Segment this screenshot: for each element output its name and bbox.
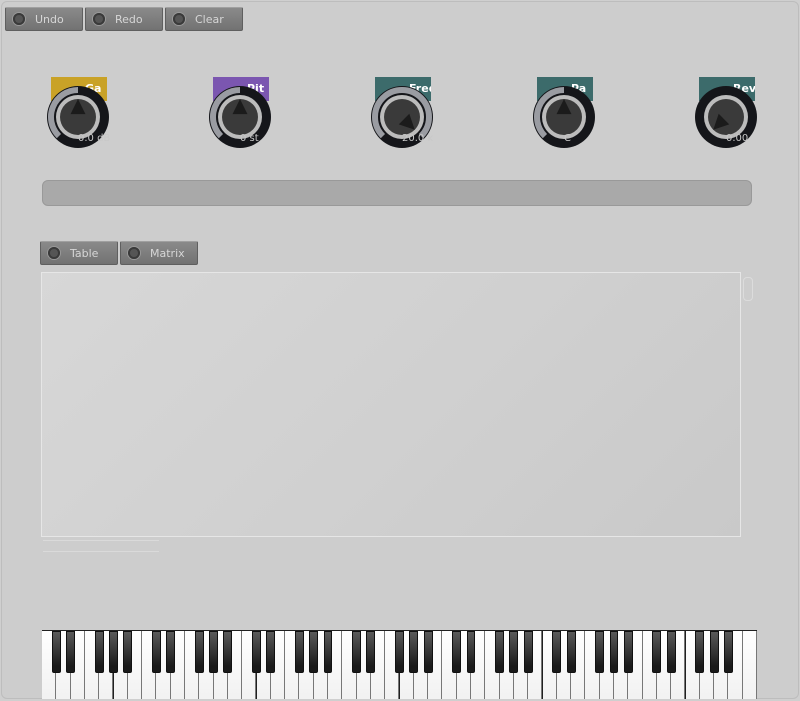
black-key[interactable] xyxy=(709,631,719,673)
undo-led-icon xyxy=(13,13,25,25)
black-key[interactable] xyxy=(109,631,118,673)
panel-footer-divider xyxy=(43,540,159,552)
black-key[interactable] xyxy=(309,631,319,673)
black-key[interactable] xyxy=(609,631,619,673)
black-key[interactable] xyxy=(452,631,462,673)
black-key[interactable] xyxy=(595,631,605,673)
black-key[interactable] xyxy=(423,631,433,673)
matrix-view-button[interactable]: Matrix xyxy=(120,241,198,265)
black-key[interactable] xyxy=(695,631,705,673)
knob-2[interactable]: Freq20.0 k xyxy=(362,75,442,155)
black-key[interactable] xyxy=(523,631,533,673)
table-label: Table xyxy=(70,247,99,260)
content-panel[interactable] xyxy=(41,272,741,537)
black-key[interactable] xyxy=(623,631,633,673)
black-key[interactable] xyxy=(323,631,333,673)
black-key[interactable] xyxy=(466,631,476,673)
black-key[interactable] xyxy=(495,631,505,673)
black-key[interactable] xyxy=(409,631,419,673)
black-key[interactable] xyxy=(566,631,576,673)
clear-label: Clear xyxy=(195,13,224,26)
knob-value-readout: 0 st xyxy=(240,133,259,144)
redo-label: Redo xyxy=(115,13,143,26)
matrix-led-icon xyxy=(128,247,140,259)
black-key[interactable] xyxy=(723,631,733,673)
knob-value-readout: 0.00 xyxy=(726,133,749,144)
black-key[interactable] xyxy=(366,631,376,673)
black-key[interactable] xyxy=(66,631,76,673)
black-key[interactable] xyxy=(51,631,61,673)
app-window: Undo Redo Clear Ga0.0 dB Pit0 st Freq20.0 … xyxy=(1,1,799,699)
black-key[interactable] xyxy=(94,631,104,673)
white-key[interactable] xyxy=(742,631,757,699)
progress-bar xyxy=(42,180,752,206)
table-view-button[interactable]: Table xyxy=(40,241,118,265)
black-key[interactable] xyxy=(166,631,176,673)
knob-value-readout: C xyxy=(564,133,571,144)
black-key[interactable] xyxy=(294,631,304,673)
black-key[interactable] xyxy=(666,631,676,673)
black-key[interactable] xyxy=(194,631,204,673)
piano-keyboard[interactable] xyxy=(42,630,757,699)
black-key[interactable] xyxy=(223,631,233,673)
clear-led-icon xyxy=(173,13,185,25)
knob-1[interactable]: Pit 0 st xyxy=(200,75,280,155)
matrix-label: Matrix xyxy=(150,247,185,260)
scrollbar-handle[interactable] xyxy=(743,277,753,301)
black-key[interactable] xyxy=(552,631,562,673)
knob-value-readout: 0.0 dB xyxy=(78,133,111,144)
table-led-icon xyxy=(48,247,60,259)
knob-0[interactable]: Ga 0.0 dB xyxy=(38,75,118,155)
black-key[interactable] xyxy=(151,631,161,673)
knob-3[interactable]: Pa C xyxy=(524,75,604,155)
black-key[interactable] xyxy=(252,631,261,673)
redo-led-icon xyxy=(93,13,105,25)
clear-button[interactable]: Clear xyxy=(165,7,243,31)
black-key[interactable] xyxy=(352,631,362,673)
undo-button[interactable]: Undo xyxy=(5,7,83,31)
black-key[interactable] xyxy=(395,631,404,673)
black-key[interactable] xyxy=(266,631,276,673)
black-key[interactable] xyxy=(123,631,133,673)
knob-4[interactable]: Rev 0.00 xyxy=(686,75,766,155)
black-key[interactable] xyxy=(652,631,662,673)
black-key[interactable] xyxy=(509,631,519,673)
undo-label: Undo xyxy=(35,13,64,26)
knob-value-readout: 20.0 k xyxy=(402,133,434,144)
redo-button[interactable]: Redo xyxy=(85,7,163,31)
black-key[interactable] xyxy=(209,631,219,673)
